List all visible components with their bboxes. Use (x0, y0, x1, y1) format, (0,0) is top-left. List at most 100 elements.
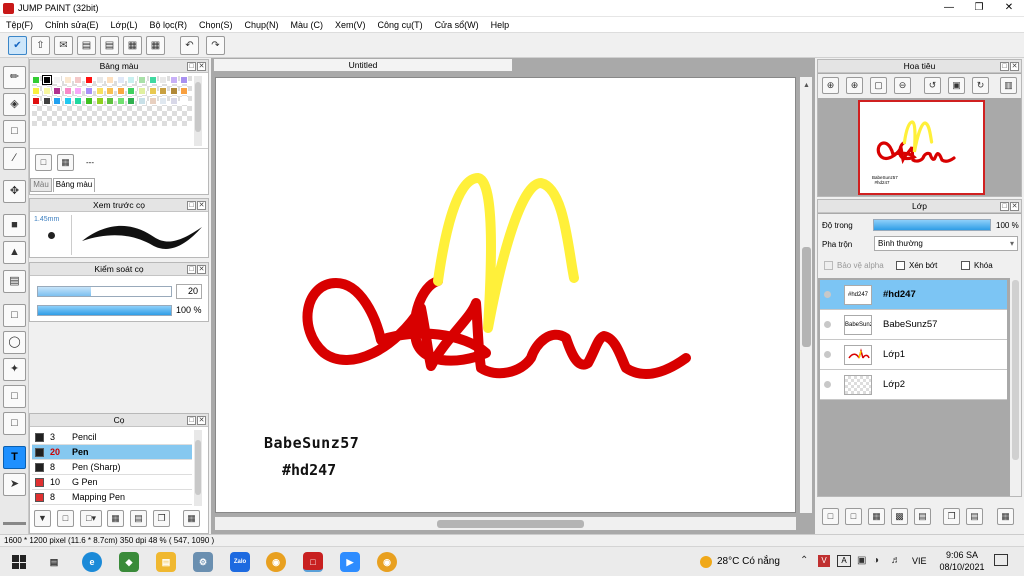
actual-size-icon[interactable]: ▣ (948, 77, 965, 94)
color-swatch[interactable] (74, 86, 83, 95)
close-icon[interactable]: ✕ (1010, 62, 1019, 71)
brush-tool-icon[interactable]: ✏ (3, 66, 26, 89)
jump-paint-icon[interactable]: □ (303, 552, 323, 572)
float-icon[interactable]: □ (187, 62, 196, 71)
navigator-thumbnail[interactable]: BabeSunz57 #hd247 (858, 100, 985, 195)
brush-new-icon[interactable]: □ (57, 510, 74, 527)
color-swatch[interactable] (127, 97, 136, 105)
color-swatch[interactable] (85, 86, 93, 95)
color-swatch[interactable] (116, 76, 125, 84)
magic-wand-icon[interactable]: ✦ (3, 358, 26, 381)
color-swatch[interactable] (53, 76, 62, 84)
line-tool-icon[interactable]: ∕ (3, 147, 26, 170)
layer-copy-icon[interactable]: ❐ (943, 508, 960, 525)
color-swatch[interactable] (95, 97, 104, 105)
canvas-hscroll[interactable] (215, 516, 796, 530)
color-swatch[interactable] (148, 86, 157, 95)
color-swatch[interactable] (169, 76, 178, 84)
move-tool-icon[interactable]: ✥ (3, 180, 26, 203)
close-icon[interactable]: ✕ (197, 201, 206, 210)
brush-new-menu-icon[interactable]: □▾ (80, 510, 102, 527)
rotate-right-icon[interactable]: ↻ (972, 77, 989, 94)
redo-icon[interactable]: ↷ (206, 36, 225, 55)
edge-icon[interactable]: e (82, 552, 102, 572)
color-swatch[interactable] (85, 97, 93, 105)
export-icon[interactable]: ⇧ (31, 36, 50, 55)
color-swatch[interactable] (116, 97, 125, 105)
brush-item[interactable]: 3 Pencil (32, 430, 192, 445)
eye-icon[interactable] (824, 321, 831, 328)
clipping-checkbox[interactable] (896, 261, 905, 270)
brush-item[interactable]: 20 Pen (32, 445, 192, 460)
color-swatch[interactable] (32, 76, 40, 84)
tab-color[interactable]: Màu (30, 178, 52, 192)
eyedropper-tool-icon[interactable]: ➤ (3, 473, 26, 496)
select-eraser-icon[interactable]: □ (3, 412, 26, 435)
color-swatch[interactable] (63, 76, 72, 84)
color-swatch[interactable] (32, 97, 40, 105)
menu-tools[interactable]: Công cụ(T) (378, 20, 423, 30)
comment-icon[interactable]: ▤ (77, 36, 96, 55)
lasso-icon[interactable]: ◯ (3, 331, 26, 354)
layer-scrollbar[interactable] (1010, 276, 1021, 496)
keyboard-icon[interactable]: A (837, 555, 851, 567)
color-swatch[interactable] (32, 86, 40, 95)
menu-edit[interactable]: Chỉnh sửa(E) (45, 20, 99, 30)
text-tool-icon[interactable]: T (3, 446, 26, 469)
float-icon[interactable]: □ (187, 416, 196, 425)
layer-row[interactable]: BabeSunz57 BabeSunz57 (820, 310, 1007, 340)
color-swatch[interactable] (116, 86, 125, 95)
color-swatch[interactable] (159, 86, 168, 95)
layer-settings-icon[interactable]: ▦ (868, 508, 885, 525)
blend-select[interactable]: Bình thường ▾ (874, 236, 1018, 251)
tab-palette[interactable]: Bảng màu (53, 178, 95, 192)
color-swatch[interactable] (180, 97, 189, 105)
eye-icon[interactable] (824, 291, 831, 298)
select-pen-icon[interactable]: □ (3, 385, 26, 408)
size-slider[interactable] (37, 286, 172, 297)
rotate-left-icon[interactable]: ↺ (924, 77, 941, 94)
page-icon[interactable]: ▤ (100, 36, 119, 55)
canvas-vscroll[interactable]: ▲ (799, 77, 812, 513)
bucket-tool-icon[interactable]: ▲ (3, 241, 26, 264)
color-swatch[interactable] (53, 86, 62, 95)
color-swatch[interactable] (127, 76, 136, 84)
color-swatch[interactable] (41, 75, 52, 85)
layer-folder-icon[interactable]: ▤ (914, 508, 931, 525)
protect-alpha-checkbox[interactable] (824, 261, 833, 270)
menu-layer[interactable]: Lớp(L) (111, 20, 138, 30)
color-swatch[interactable] (127, 86, 136, 95)
zoom-out-icon[interactable]: ⊖ (894, 77, 911, 94)
color-swatch[interactable] (106, 86, 115, 95)
eye-icon[interactable] (824, 381, 831, 388)
close-icon[interactable]: ✕ (197, 265, 206, 274)
brush-trash-icon[interactable]: ▦ (183, 510, 200, 527)
brush-copy-icon[interactable]: ❐ (153, 510, 170, 527)
color-swatch[interactable] (106, 97, 115, 105)
close-icon[interactable]: ✕ (1010, 202, 1019, 211)
clock-time[interactable]: 9:06 SA (942, 550, 982, 560)
lock-checkbox[interactable] (961, 261, 970, 270)
color-swatch[interactable] (106, 76, 115, 84)
zoom-icon[interactable]: ▶ (340, 552, 360, 572)
size-value[interactable]: 20 (176, 284, 202, 299)
color-swatch[interactable] (53, 97, 62, 105)
color-swatch[interactable] (63, 86, 72, 95)
gradient-tool-icon[interactable]: ▤ (3, 270, 26, 293)
minimize-button[interactable]: — (934, 0, 964, 17)
zoom-in-alt-icon[interactable]: ⊕ (846, 77, 863, 94)
brush-item[interactable]: 8 Mapping Pen (32, 490, 192, 505)
close-icon[interactable]: ✕ (197, 62, 206, 71)
windows-start-icon[interactable] (12, 555, 26, 569)
clock-date[interactable]: 08/10/2021 (934, 562, 990, 572)
weather-text[interactable]: 28°C Có nắng (717, 556, 780, 567)
volume-icon[interactable]: ♬ (891, 555, 901, 566)
notifications-icon[interactable] (994, 554, 1008, 566)
antivirus-icon[interactable]: V (818, 555, 830, 567)
layer-trash-icon[interactable]: ▦ (997, 508, 1014, 525)
eraser-tool-icon[interactable]: ◈ (3, 93, 26, 116)
app-icon-green[interactable]: ◆ (119, 552, 139, 572)
halftone-layer-icon[interactable]: ▩ (891, 508, 908, 525)
color-swatch[interactable] (138, 86, 146, 95)
flip-icon[interactable]: ▥ (1000, 77, 1017, 94)
